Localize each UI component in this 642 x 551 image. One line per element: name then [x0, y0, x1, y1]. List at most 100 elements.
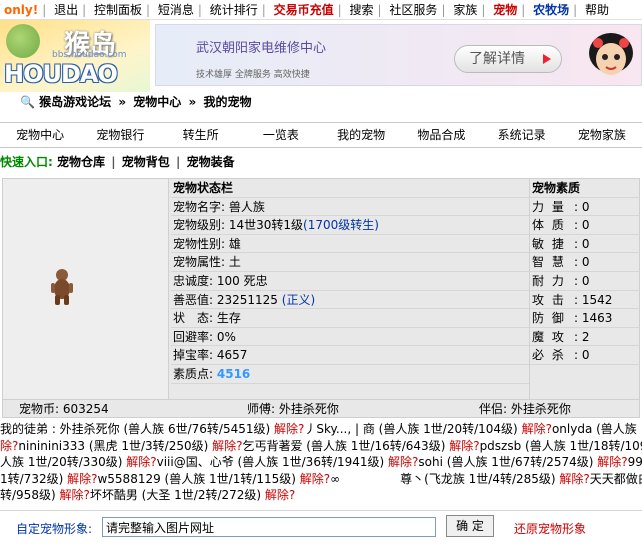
attr-value: : 0 — [574, 236, 590, 251]
release-disciple-link[interactable]: 除? — [0, 439, 18, 453]
nav-divider: | — [441, 3, 446, 17]
pet-attributes-panel: 宠物素质 力 量: 0 体 质: 0 敏 捷: 0 智 慧: 0 耐 力: 0 … — [529, 179, 640, 399]
custom-image-label: 自定宠物形象: — [16, 522, 93, 536]
status-drop-rate: 掉宝率: 4657 — [171, 346, 529, 365]
release-disciple-link[interactable]: 解除? — [597, 455, 627, 469]
status-points-row: 素质点: 4516 — [171, 365, 529, 384]
quick-divider: | — [111, 155, 116, 169]
nav-divider: | — [337, 3, 342, 17]
release-disciple-link[interactable]: 解除? — [274, 422, 304, 436]
disciples-list: 我的徒弟 : 外挂杀死你 (兽人族 6世/76转/5451级) 解除?丿Sky.… — [0, 421, 642, 505]
disciple-text: ∞ 尊丶(飞龙族 1世/4转/285级) — [330, 471, 560, 486]
nav-stats[interactable]: 统计排行 — [206, 0, 262, 19]
disciple-text: 1转/732级) — [0, 471, 68, 486]
tab-synthesis[interactable]: 物品合成 — [401, 123, 481, 147]
tab-rebirth[interactable]: 转生所 — [161, 123, 241, 147]
attr-defense: 防 御: 1463 — [530, 309, 640, 328]
tab-pet-bank[interactable]: 宠物银行 — [80, 123, 160, 147]
site-logo[interactable]: 猴岛 bbs.houdao.com HOUDAO — [0, 20, 150, 92]
attr-value: : 0 — [574, 348, 590, 363]
attr-label: 耐 力 — [532, 273, 566, 288]
ad-details-label: 了解详情 — [469, 51, 525, 67]
nav-search[interactable]: 搜索 — [346, 0, 378, 19]
disciple-text: w5588129 (兽人族 1世/1转/115级) — [97, 471, 300, 486]
nav-family[interactable]: 家族 — [449, 0, 481, 19]
attr-value: : 0 — [574, 255, 590, 270]
status-name: 宠物名字: 兽人族 — [171, 198, 529, 217]
disciple-text: 天天都做白日梦 — [589, 471, 642, 486]
cartoon-girl-icon — [589, 33, 633, 75]
nav-divider: | — [481, 3, 486, 17]
pet-partner: 伴侣: 外挂杀死你 — [479, 402, 571, 416]
palm-icon — [6, 24, 40, 58]
status-loyalty: 忠诚度: 100 死忠 — [171, 272, 529, 291]
nav-community[interactable]: 社区服务 — [385, 0, 441, 19]
quick-link-warehouse[interactable]: 宠物仓库 — [57, 155, 105, 169]
nav-messages[interactable]: 短消息 — [154, 0, 198, 19]
disciple-line: 1转/732级) 解除?w5588129 (兽人族 1世/1转/115级) 解除… — [0, 471, 642, 488]
release-disciple-link[interactable]: 解除? — [212, 439, 242, 453]
attr-magic-attack: 魔 攻: 2 — [530, 328, 640, 347]
release-disciple-link[interactable]: 解除? — [559, 472, 589, 486]
release-disciple-link[interactable]: 解除? — [265, 488, 295, 502]
nav-help[interactable]: 帮助 — [581, 0, 613, 19]
status-points-value: 4516 — [216, 366, 251, 381]
pet-footer-row: 宠物币: 603254 师傅: 外挂杀死你 伴侣: 外挂杀死你 — [3, 399, 639, 417]
nav-divider: | — [145, 3, 151, 17]
disciple-text: 坏坏酷男 (大圣 1世/2转/272级) — [89, 488, 265, 502]
attr-label: 力 量 — [532, 199, 566, 214]
release-disciple-link[interactable]: 解除? — [300, 472, 330, 486]
nav-pet[interactable]: 宠物 — [489, 0, 521, 19]
tab-pet-family[interactable]: 宠物家族 — [562, 123, 642, 147]
pet-panel: 宠物状态栏 宠物名字: 兽人族 宠物级别: 14世30转1级(1700级转生) … — [2, 178, 640, 418]
custom-image-form: 自定宠物形象: 确 定 还原宠物形象 — [0, 510, 642, 542]
status-points-label: 素质点: — [173, 366, 214, 381]
attr-strength: 力 量: 0 — [530, 198, 640, 217]
quick-link-equipment[interactable]: 宠物装备 — [187, 155, 235, 169]
tab-overview[interactable]: 一览表 — [241, 123, 321, 147]
release-disciple-link[interactable]: 解除? — [522, 422, 552, 436]
ad-details-button[interactable]: 了解详情 — [454, 45, 562, 73]
breadcrumb: 🔍 猴岛游戏论坛 » 宠物中心 » 我的宠物 — [20, 92, 251, 112]
pet-tabs: 宠物中心 宠物银行 转生所 一览表 我的宠物 物品合成 系统记录 宠物家族 — [0, 122, 642, 148]
status-title: 宠物状态栏 — [171, 179, 529, 198]
release-disciple-link[interactable]: 解除? — [449, 439, 479, 453]
disciple-line: 我的徒弟 : 外挂杀死你 (兽人族 6世/76转/5451级) 解除?丿Sky.… — [0, 421, 642, 438]
release-disciple-link[interactable]: 解除? — [126, 455, 156, 469]
attr-wisdom: 智 慧: 0 — [530, 253, 640, 272]
quick-link-backpack[interactable]: 宠物背包 — [122, 155, 170, 169]
attr-label: 防 御 — [532, 311, 566, 326]
nav-divider: | — [197, 3, 202, 17]
image-url-input[interactable] — [102, 517, 436, 537]
ad-banner[interactable]: 武汉朝阳家电维修中心 技术雄厚 全牌服务 高效快捷 了解详情 — [155, 24, 642, 86]
release-disciple-link[interactable]: 解除? — [388, 455, 418, 469]
karma-link[interactable]: (正义) — [282, 293, 315, 307]
release-disciple-link[interactable]: 解除? — [67, 472, 97, 486]
disciple-text: 乞丐背著爱 (兽人族 1世/16转/643级) — [242, 438, 450, 453]
confirm-button[interactable]: 确 定 — [446, 515, 494, 537]
rebirth-link[interactable]: (1700级转生) — [303, 218, 379, 232]
quick-entry: 快速入口: 宠物仓库 | 宠物背包 | 宠物装备 — [0, 152, 235, 172]
tab-my-pet[interactable]: 我的宠物 — [321, 123, 401, 147]
restore-image-link[interactable]: 还原宠物形象 — [514, 520, 586, 537]
quick-entry-label: 快速入口: — [0, 155, 53, 169]
nav-logout[interactable]: 退出 — [50, 0, 82, 19]
tab-system-log[interactable]: 系统记录 — [482, 123, 562, 147]
attr-endurance: 耐 力: 0 — [530, 272, 640, 291]
magnifier-icon: 🔍 — [20, 95, 35, 109]
pet-master: 师傅: 外挂杀死你 — [247, 402, 339, 416]
attr-value: : 0 — [574, 218, 590, 233]
nav-divider: | — [42, 3, 47, 17]
attr-agility: 敏 捷: 0 — [530, 235, 640, 254]
status-level: 宠物级别: 14世30转1级 — [173, 218, 304, 233]
nav-control-panel[interactable]: 控制面板 — [90, 0, 146, 19]
nav-farm[interactable]: 农牧场 — [529, 0, 573, 19]
breadcrumb-pet-center[interactable]: 宠物中心 — [133, 95, 181, 109]
nav-username[interactable]: only! — [0, 0, 42, 19]
breadcrumb-forum[interactable]: 猴岛游戏论坛 — [39, 95, 111, 109]
tab-pet-center[interactable]: 宠物中心 — [0, 123, 80, 147]
nav-divider: | — [377, 3, 382, 17]
release-disciple-link[interactable]: 解除? — [59, 488, 89, 502]
nav-recharge[interactable]: 交易币充值 — [270, 0, 338, 19]
status-state: 状 态: 生存 — [171, 309, 529, 328]
